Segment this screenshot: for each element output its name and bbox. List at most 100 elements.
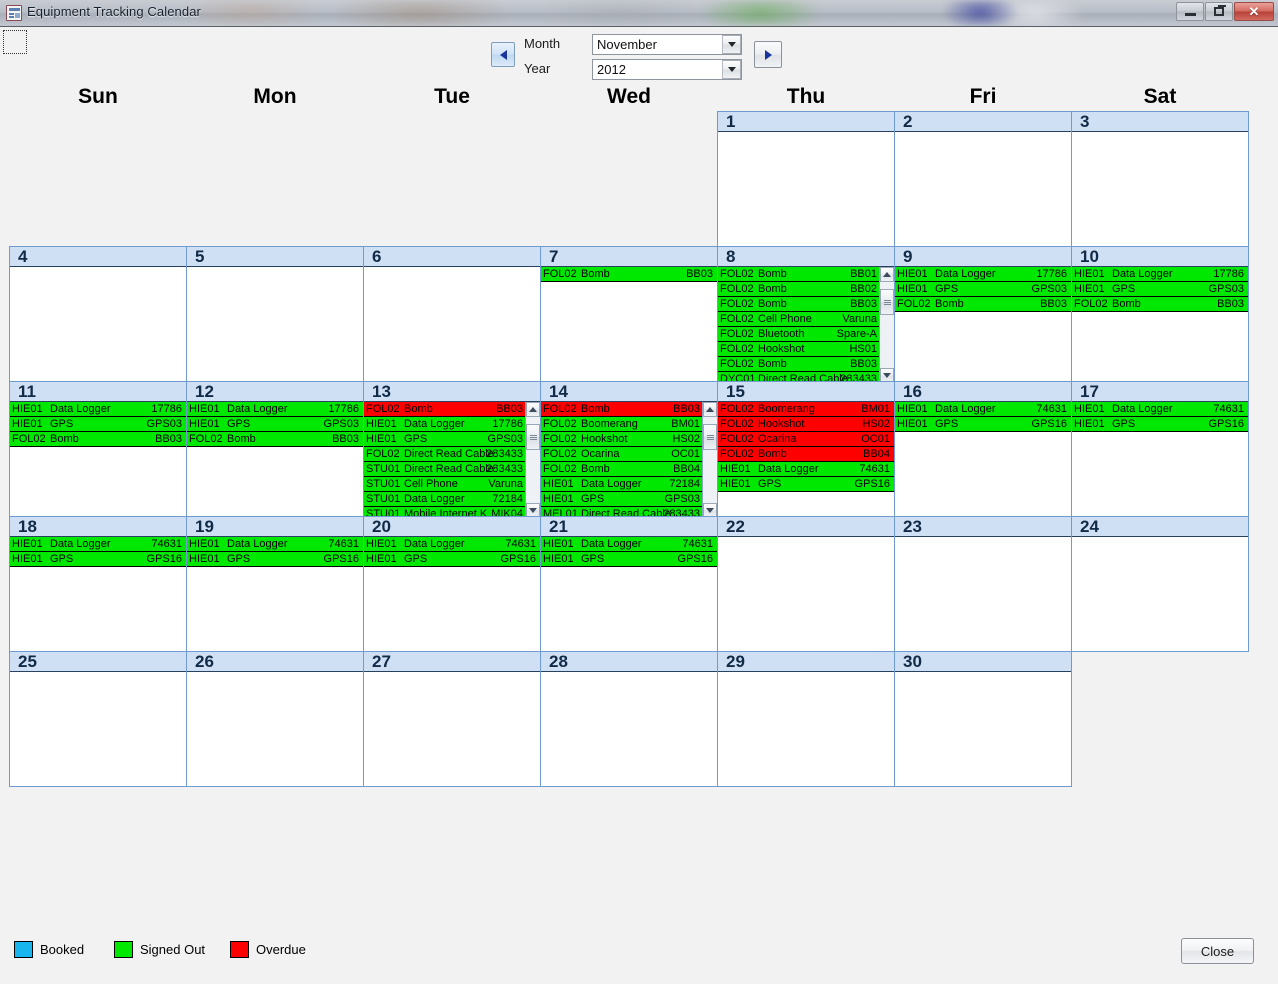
calendar-day-cell-25[interactable]: 25 [9,651,187,787]
equipment-booking-row[interactable]: FOL02HookshotHS02 [718,417,894,432]
close-button[interactable]: Close [1181,938,1254,964]
equipment-booking-row[interactable]: HIE01GPSGPS16 [10,552,186,567]
scroll-down-button[interactable] [703,503,717,517]
equipment-booking-row[interactable]: HIE01GPSGPS16 [364,552,540,567]
scroll-down-button[interactable] [880,368,894,382]
equipment-booking-row[interactable]: HIE01GPSGPS16 [718,477,894,492]
equipment-booking-row[interactable]: STU01Direct Read Cable283433 [364,462,525,477]
day-event-list[interactable]: FOL02BombBB03FOL02BoomerangBM01FOL02Hook… [541,402,702,517]
day-event-list[interactable]: HIE01Data Logger17786HIE01GPSGPS03FOL02B… [895,267,1071,312]
equipment-booking-row[interactable]: HIE01GPSGPS16 [187,552,363,567]
day-event-list[interactable]: FOL02BombBB03HIE01Data Logger17786HIE01G… [364,402,525,517]
scrollbar-thumb[interactable] [880,289,894,315]
calendar-day-cell-27[interactable]: 27 [363,651,541,787]
equipment-booking-row[interactable]: HIE01Data Logger74631 [187,537,363,552]
equipment-booking-row[interactable]: HIE01Data Logger17786 [10,402,186,417]
equipment-booking-row[interactable]: HIE01GPSGPS03 [895,282,1071,297]
day-event-list[interactable]: HIE01Data Logger74631HIE01GPSGPS16 [895,402,1071,432]
day-event-list[interactable]: HIE01Data Logger17786HIE01GPSGPS03FOL02B… [10,402,186,447]
calendar-day-cell-6[interactable]: 6 [363,246,541,382]
year-select[interactable]: 2012 [592,59,742,80]
equipment-booking-row[interactable]: FOL02BluetoothSpare-A [718,327,879,342]
calendar-day-cell-11[interactable]: 11HIE01Data Logger17786HIE01GPSGPS03FOL0… [9,381,187,517]
equipment-booking-row[interactable]: FOL02HookshotHS02 [541,432,702,447]
equipment-booking-row[interactable]: FOL02BombBB03 [364,402,525,417]
equipment-booking-row[interactable]: HIE01Data Logger17786 [1072,267,1248,282]
calendar-day-cell-29[interactable]: 29 [717,651,895,787]
calendar-day-cell-17[interactable]: 17HIE01Data Logger74631HIE01GPSGPS16 [1071,381,1249,517]
equipment-booking-row[interactable]: FOL02BombBB04 [541,462,702,477]
equipment-booking-row[interactable]: HIE01Data Logger17786 [364,417,525,432]
equipment-booking-row[interactable]: FOL02OcarinaOC01 [541,447,702,462]
calendar-day-cell-12[interactable]: 12HIE01Data Logger17786HIE01GPSGPS03FOL0… [186,381,364,517]
calendar-day-cell-16[interactable]: 16HIE01Data Logger74631HIE01GPSGPS16 [894,381,1072,517]
equipment-booking-row[interactable]: FOL02BoomerangBM01 [541,417,702,432]
next-month-button[interactable] [754,41,782,68]
previous-month-button[interactable] [491,42,515,67]
equipment-booking-row[interactable]: HIE01Data Logger74631 [10,537,186,552]
calendar-day-cell-7[interactable]: 7FOL02BombBB03 [540,246,718,382]
calendar-day-cell-15[interactable]: 15FOL02BoomerangBM01FOL02HookshotHS02FOL… [717,381,895,517]
calendar-day-cell-5[interactable]: 5 [186,246,364,382]
equipment-booking-row[interactable]: FOL02BombBB03 [718,297,879,312]
day-event-list[interactable]: HIE01Data Logger74631HIE01GPSGPS16 [10,537,186,567]
equipment-booking-row[interactable]: FOL02HookshotHS01 [718,342,879,357]
equipment-booking-row[interactable]: FOL02BombBB04 [718,447,894,462]
day-event-list[interactable]: HIE01Data Logger74631HIE01GPSGPS16 [187,537,363,567]
equipment-booking-row[interactable]: FOL02BombBB01 [718,267,879,282]
month-select-arrow[interactable] [722,35,741,54]
equipment-booking-row[interactable]: HIE01GPSGPS03 [364,432,525,447]
equipment-booking-row[interactable]: FOL02BoomerangBM01 [718,402,894,417]
equipment-booking-row[interactable]: STU01Data Logger72184 [364,492,525,507]
calendar-day-cell-20[interactable]: 20HIE01Data Logger74631HIE01GPSGPS16 [363,516,541,652]
equipment-booking-row[interactable]: FOL02BombBB03 [541,402,702,417]
calendar-day-cell-18[interactable]: 18HIE01Data Logger74631HIE01GPSGPS16 [9,516,187,652]
equipment-booking-row[interactable]: HIE01Data Logger72184 [541,477,702,492]
scroll-up-button[interactable] [526,402,540,417]
calendar-day-cell-24[interactable]: 24 [1071,516,1249,652]
day-event-list[interactable]: HIE01Data Logger17786HIE01GPSGPS03FOL02B… [1072,267,1248,312]
calendar-day-cell-23[interactable]: 23 [894,516,1072,652]
calendar-day-cell-19[interactable]: 19HIE01Data Logger74631HIE01GPSGPS16 [186,516,364,652]
equipment-booking-row[interactable]: HIE01Data Logger74631 [895,402,1071,417]
calendar-day-cell-30[interactable]: 30 [894,651,1072,787]
equipment-booking-row[interactable]: HIE01GPSGPS16 [541,552,717,567]
calendar-day-cell-4[interactable]: 4 [9,246,187,382]
calendar-day-cell-22[interactable]: 22 [717,516,895,652]
equipment-booking-row[interactable]: FOL02BombBB03 [718,357,879,372]
day-cell-scrollbar[interactable] [525,402,540,517]
equipment-booking-row[interactable]: FOL02Direct Read Cable283433 [364,447,525,462]
equipment-booking-row[interactable]: FOL02BombBB02 [718,282,879,297]
maximize-button[interactable] [1205,2,1233,21]
day-event-list[interactable]: HIE01Data Logger74631HIE01GPSGPS16 [364,537,540,567]
day-event-list[interactable]: FOL02BombBB01FOL02BombBB02FOL02BombBB03F… [718,267,879,382]
equipment-booking-row[interactable]: FOL02BombBB03 [187,432,363,447]
scrollbar-thumb[interactable] [526,424,540,450]
window-close-button[interactable]: ✕ [1234,2,1274,21]
equipment-booking-row[interactable]: HIE01GPSGPS03 [1072,282,1248,297]
calendar-day-cell-21[interactable]: 21HIE01Data Logger74631HIE01GPSGPS16 [540,516,718,652]
day-event-list[interactable]: HIE01Data Logger74631HIE01GPSGPS16 [541,537,717,567]
day-event-list[interactable]: FOL02BoomerangBM01FOL02HookshotHS02 FOL02… [718,402,894,492]
day-event-list[interactable]: FOL02BombBB03 [541,267,717,282]
equipment-booking-row[interactable]: HIE01GPSGPS03 [10,417,186,432]
equipment-booking-row[interactable]: HIE01GPSGPS16 [895,417,1071,432]
year-select-arrow[interactable] [722,60,741,79]
equipment-booking-row[interactable]: HIE01Data Logger74631 [541,537,717,552]
equipment-booking-row[interactable]: HIE01Data Logger17786 [895,267,1071,282]
scroll-up-button[interactable] [703,402,717,417]
window-titlebar[interactable]: Equipment Tracking Calendar ✕ [0,0,1278,27]
equipment-booking-row[interactable]: HIE01Data Logger74631 [364,537,540,552]
calendar-day-cell-28[interactable]: 28 [540,651,718,787]
equipment-booking-row[interactable]: FOL02BombBB03 [1072,297,1248,312]
scrollbar-thumb[interactable] [703,424,717,450]
day-cell-scrollbar[interactable] [702,402,717,517]
calendar-day-cell-26[interactable]: 26 [186,651,364,787]
equipment-booking-row[interactable]: HIE01Data Logger74631 [1072,402,1248,417]
equipment-booking-row[interactable]: FOL02BombBB03 [541,267,717,282]
equipment-booking-row[interactable]: FOL02BombBB03 [10,432,186,447]
scroll-up-button[interactable] [880,267,894,282]
equipment-booking-row[interactable]: FOL02BombBB03 [895,297,1071,312]
scroll-down-button[interactable] [526,503,540,517]
equipment-booking-row[interactable]: HIE01GPSGPS16 [1072,417,1248,432]
